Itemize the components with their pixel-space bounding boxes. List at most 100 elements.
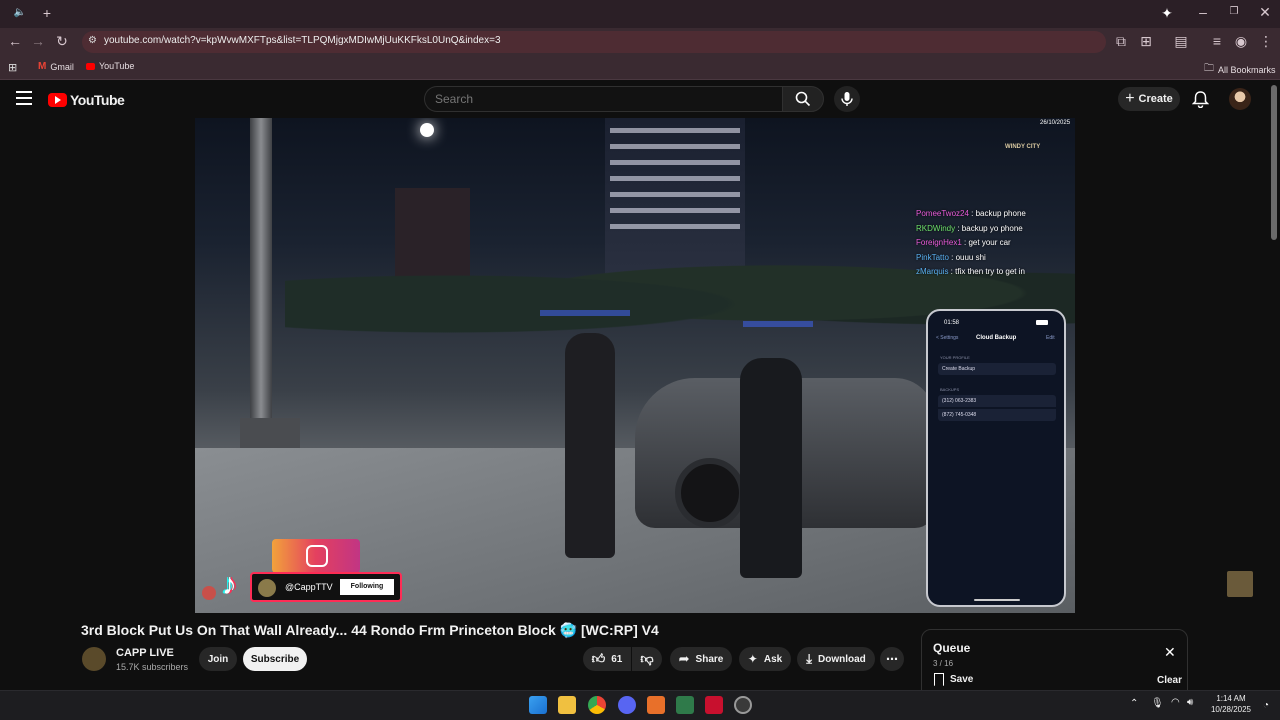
phone-section-profile: YOUR PROFILE bbox=[940, 355, 970, 360]
menu-icon[interactable]: ⋮ bbox=[1257, 33, 1275, 51]
phone-edit-link: Edit bbox=[1046, 335, 1055, 341]
server-logo: WINDY CITY bbox=[1005, 144, 1041, 150]
ask-button[interactable]: ✦ Ask bbox=[739, 647, 791, 671]
minimize-icon[interactable]: – bbox=[1194, 4, 1212, 22]
reading-list-icon[interactable]: ≡ bbox=[1208, 33, 1226, 51]
search-box bbox=[424, 86, 782, 112]
obs-icon[interactable] bbox=[734, 696, 752, 714]
youtube-logo[interactable]: YouTube bbox=[48, 92, 125, 108]
search-icon bbox=[795, 91, 811, 107]
plus-icon: + bbox=[1125, 90, 1135, 107]
search-button[interactable] bbox=[782, 86, 824, 112]
profile-icon[interactable]: ◉ bbox=[1232, 33, 1250, 51]
folder-icon: 🗀 bbox=[1204, 63, 1214, 74]
notifications-bell-icon[interactable] bbox=[1191, 90, 1210, 113]
lamp-light bbox=[420, 123, 434, 137]
address-bar[interactable]: ⚙ youtube.com/watch?v=kpWvwMXFTps&list=T… bbox=[82, 31, 1106, 53]
search-input[interactable] bbox=[435, 92, 765, 106]
back-icon[interactable]: ← bbox=[6, 33, 24, 51]
queue-save-button[interactable]: Save bbox=[934, 673, 973, 686]
bookmarks-bar: ⊞ bbox=[0, 56, 1280, 80]
server-date: 26/10/2025 bbox=[1040, 120, 1071, 126]
user-avatar[interactable] bbox=[1229, 88, 1251, 110]
download-button[interactable]: ⤓ Download bbox=[797, 647, 875, 671]
side-panel-icon[interactable]: ▤ bbox=[1172, 33, 1190, 51]
xbox-icon[interactable] bbox=[676, 696, 694, 714]
tray-wifi-icon[interactable]: ◠ bbox=[1171, 697, 1180, 708]
tray-mic-icon[interactable]: 🎙︎ bbox=[1151, 698, 1164, 709]
browser-tab-bar: 🔈 + ✦ – ❐ ✕ bbox=[0, 0, 1280, 28]
bookmark-gmail[interactable]: M Gmail bbox=[38, 61, 74, 72]
player-name-tag-2 bbox=[743, 321, 813, 327]
file-explorer-icon[interactable] bbox=[558, 696, 576, 714]
share-button[interactable]: ➦ Share bbox=[670, 647, 732, 671]
forward-icon[interactable]: → bbox=[29, 33, 47, 51]
youtube-play-icon bbox=[48, 93, 67, 107]
phone-home-bar bbox=[974, 599, 1020, 601]
channel-name[interactable]: CAPP LIVE bbox=[116, 647, 174, 659]
apps-grid-icon[interactable]: ⊞ bbox=[8, 61, 17, 74]
chat-line-1: PomeeTwoz24 : backup phone bbox=[916, 209, 1026, 218]
dislike-button[interactable]: 👎︎ bbox=[632, 647, 662, 671]
queue-close-icon[interactable]: ✕ bbox=[1164, 644, 1176, 661]
chat-line-5: zMarquis : tfix then try to get in bbox=[916, 267, 1025, 276]
tray-volume-icon[interactable]: 🔊︎ bbox=[1187, 697, 1193, 708]
gemini-icon[interactable]: ✦ bbox=[1158, 5, 1176, 23]
character-left bbox=[565, 333, 615, 558]
notification-center-icon[interactable]: ◔ bbox=[1263, 700, 1269, 711]
share-icon: ➦ bbox=[678, 651, 690, 666]
like-button[interactable]: 👍︎ 61 bbox=[583, 647, 631, 671]
tiktok-banner: @CappTTV Following bbox=[250, 572, 402, 602]
tab-audio-icon[interactable]: 🔈 bbox=[11, 5, 29, 23]
building-windows bbox=[610, 128, 740, 238]
extension-icon[interactable]: ⧉ bbox=[1112, 33, 1130, 51]
queue-title: Queue bbox=[933, 641, 971, 655]
car-wheel bbox=[675, 458, 745, 528]
phone-time: 01:58 bbox=[944, 320, 960, 326]
app-a-icon[interactable] bbox=[647, 696, 665, 714]
windows-taskbar bbox=[0, 690, 1280, 720]
queue-clear-button[interactable]: Clear bbox=[1157, 675, 1182, 686]
thumbs-up-icon: 👍︎ bbox=[591, 651, 606, 666]
bookmark-youtube[interactable]: YouTube bbox=[86, 61, 134, 71]
voice-search-button[interactable] bbox=[834, 86, 860, 112]
reload-icon[interactable]: ↻ bbox=[53, 33, 71, 51]
player-name-tag-1 bbox=[540, 310, 630, 316]
page-scrollbar[interactable] bbox=[1271, 85, 1277, 240]
channel-avatar[interactable] bbox=[82, 647, 106, 671]
tiktok-avatar bbox=[258, 579, 276, 597]
streamer-thumbnail[interactable] bbox=[1227, 571, 1253, 597]
media-player-icon[interactable] bbox=[705, 696, 723, 714]
discord-icon[interactable] bbox=[618, 696, 636, 714]
phone-create-backup: Create Backup bbox=[938, 363, 1056, 375]
taskbar-clock[interactable]: 1:14 AM 10/28/2025 bbox=[1208, 693, 1254, 715]
bookmark-icon bbox=[934, 673, 944, 686]
more-horizontal-icon: ⋯ bbox=[886, 652, 898, 666]
video-title: 3rd Block Put Us On That Wall Already...… bbox=[81, 622, 659, 638]
new-tab-icon[interactable]: + bbox=[38, 5, 56, 23]
chat-line-2: RKDWindy : backup yo phone bbox=[916, 224, 1023, 233]
tiktok-following-badge: Following bbox=[340, 579, 394, 595]
thumbs-down-icon: 👎︎ bbox=[640, 651, 654, 666]
gmail-icon: M bbox=[38, 61, 47, 72]
subscriber-count: 15.7K subscribers bbox=[116, 662, 189, 672]
queue-position: 3 / 16 bbox=[933, 659, 954, 668]
tray-chevron-icon[interactable]: ⌃ bbox=[1130, 698, 1138, 709]
all-bookmarks[interactable]: 🗀 All Bookmarks bbox=[1204, 61, 1276, 78]
youtube-logo-text: YouTube bbox=[70, 92, 125, 108]
hamburger-menu-icon[interactable] bbox=[16, 91, 32, 105]
phone-back-link: < Settings bbox=[936, 335, 959, 341]
close-window-icon[interactable]: ✕ bbox=[1256, 4, 1274, 22]
restore-icon[interactable]: ❐ bbox=[1225, 4, 1243, 22]
windows-start-icon[interactable] bbox=[529, 696, 547, 714]
chrome-icon[interactable] bbox=[588, 696, 606, 714]
puzzle-icon[interactable]: ⊞ bbox=[1137, 33, 1155, 51]
more-actions-button[interactable]: ⋯ bbox=[880, 647, 904, 671]
create-button[interactable]: + Create bbox=[1118, 87, 1180, 111]
site-info-icon[interactable]: ⚙ bbox=[88, 35, 97, 46]
join-button[interactable]: Join bbox=[199, 647, 237, 671]
character-right bbox=[740, 358, 802, 578]
sparkle-icon: ✦ bbox=[747, 652, 758, 666]
subscribe-button[interactable]: Subscribe bbox=[243, 647, 307, 671]
phone-battery-icon bbox=[1036, 320, 1048, 325]
